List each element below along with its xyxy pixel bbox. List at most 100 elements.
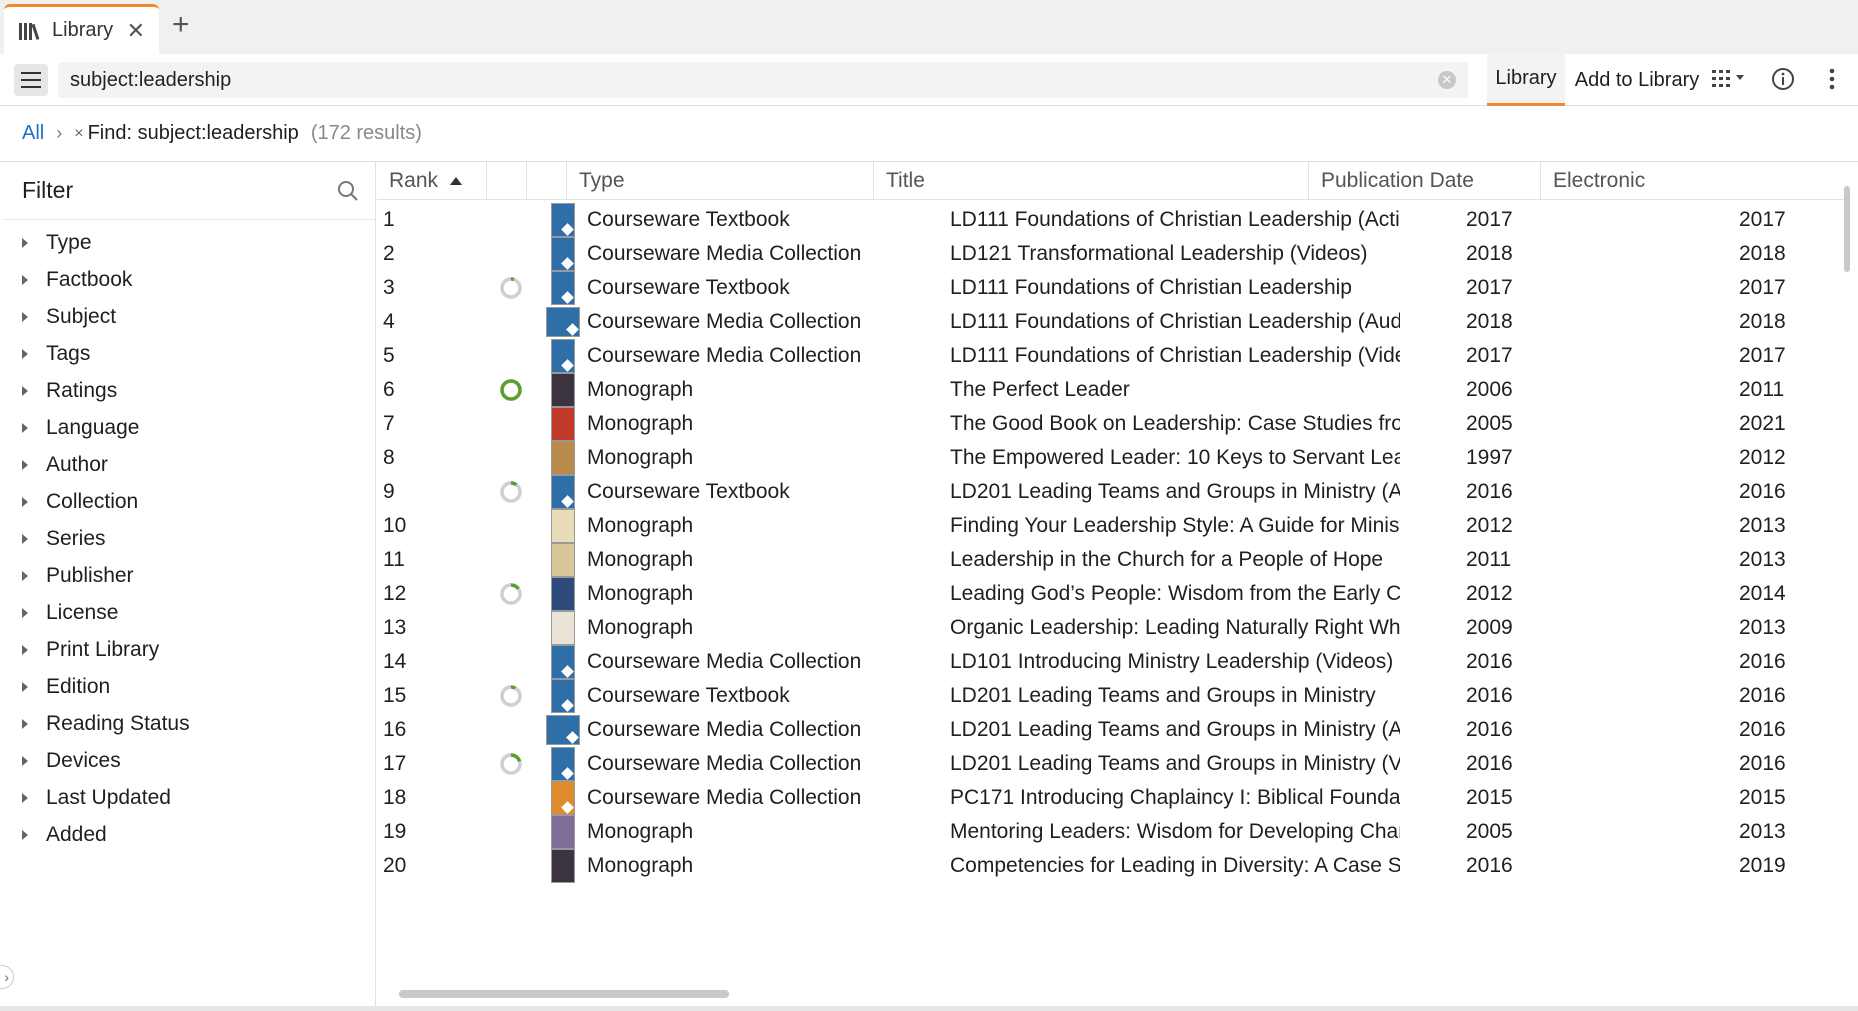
breadcrumb: All › × Find: subject:leadership (172 re… [0,106,1858,162]
facet-item[interactable]: Factbook [4,261,375,298]
column-header-progress[interactable] [487,162,527,200]
publication-date-cell: 2016 [1466,854,1513,877]
rank-cell: 20 [383,854,407,877]
tab-library[interactable]: Library ✕ [4,4,159,54]
book-cover-thumbnail [546,307,580,337]
facet-item[interactable]: Type [4,224,375,261]
facet-label: Ratings [46,378,118,402]
column-header-rank[interactable]: Rank [377,162,487,200]
facet-list: Type Factbook Subject Tags Ratings Language Au… [4,220,375,853]
title-cell[interactable]: Competencies for Leading in Diversity: A… [950,846,1400,886]
search-box: ✕ [58,62,1468,98]
book-cover-thumbnail [551,441,575,475]
facet-label: License [46,600,119,624]
expand-triangle-icon [22,311,28,322]
facet-item[interactable]: Added [4,816,375,853]
book-cover-thumbnail [546,715,580,745]
facet-item[interactable]: Subject [4,298,375,335]
elec-header-label: Electronic [1553,169,1646,192]
facet-label: Added [46,822,107,846]
reading-progress-icon [500,753,522,775]
facet-item[interactable]: Reading Status [4,705,375,742]
column-header-electronic[interactable]: Electronic [1541,162,1841,200]
book-cover-thumbnail [551,407,575,441]
column-header-cover[interactable] [527,162,567,200]
expand-triangle-icon [22,496,28,507]
facet-item[interactable]: Ratings [4,372,375,409]
book-cover-thumbnail [551,781,575,815]
book-cover-thumbnail [551,509,575,543]
expand-triangle-icon [22,533,28,544]
book-cover-thumbnail [551,645,575,679]
expand-triangle-icon [22,755,28,766]
facet-item[interactable]: Tags [4,335,375,372]
facet-item[interactable]: Print Library [4,631,375,668]
clear-search-icon[interactable]: ✕ [1438,71,1456,89]
progress-cell [491,846,531,886]
facet-item[interactable]: Devices [4,742,375,779]
expand-triangle-icon [22,681,28,692]
expand-triangle-icon [22,274,28,285]
facet-label: Devices [46,748,121,772]
facet-label: Print Library [46,637,160,661]
search-icon[interactable] [337,180,359,202]
expand-triangle-icon [22,459,28,470]
facet-label: Reading Status [46,711,190,735]
library-button[interactable]: Library [1487,54,1565,106]
type-cell: Monograph [587,854,694,877]
facet-item[interactable]: Language [4,409,375,446]
facet-label: Tags [46,341,91,365]
book-cover-thumbnail [551,373,575,407]
electronic-date-cell: 2019 [1739,854,1786,877]
title-header-label: Title [886,169,925,192]
remove-filter-icon[interactable]: × [74,125,83,143]
facet-label: Factbook [46,267,133,291]
expand-triangle-icon [22,570,28,581]
cover-cell [545,846,581,886]
more-vertical-icon[interactable] [1820,64,1844,94]
facet-item[interactable]: Publisher [4,557,375,594]
pub-header-label: Publication Date [1321,169,1474,192]
table-row[interactable]: 20 Monograph Competencies for Leading in D… [377,846,1847,886]
facet-item[interactable]: License [4,594,375,631]
book-cover-thumbnail [551,577,575,611]
expand-triangle-icon [22,385,28,396]
type-header-label: Type [579,169,625,192]
facet-item[interactable]: Series [4,520,375,557]
breadcrumb-all-link[interactable]: All [22,122,44,145]
horizontal-scrollbar[interactable] [399,990,729,998]
reading-progress-icon [500,379,522,401]
grid-layout-icon[interactable] [1710,64,1750,94]
book-cover-thumbnail [551,271,575,305]
column-header-type[interactable]: Type [567,162,874,200]
info-icon[interactable] [1768,64,1798,94]
book-cover-thumbnail [551,475,575,509]
add-to-library-button[interactable]: Add to Library [1572,54,1702,106]
facet-item[interactable]: Collection [4,483,375,520]
filter-header: Filter [4,162,375,220]
hamburger-icon[interactable] [14,64,48,96]
toolbar: ✕ Library Add to Library [0,54,1858,106]
filter-title: Filter [22,177,74,203]
column-header-publication-date[interactable]: Publication Date [1309,162,1541,200]
column-header-title[interactable]: Title [874,162,1309,200]
search-input[interactable] [58,62,1408,98]
expand-triangle-icon [22,829,28,840]
vertical-scrollbar[interactable] [1844,186,1850,272]
facet-label: Subject [46,304,117,328]
reading-progress-icon [500,481,522,503]
close-icon[interactable]: ✕ [127,18,145,44]
facet-item[interactable]: Edition [4,668,375,705]
facet-item[interactable]: Last Updated [4,779,375,816]
reading-progress-icon [500,583,522,605]
new-tab-button[interactable]: + [172,10,190,40]
expand-triangle-icon [22,607,28,618]
sort-ascending-icon [450,177,463,185]
facet-item[interactable]: Author [4,446,375,483]
table-header: Rank Type Title Publication Date Electro… [377,162,1847,200]
book-cover-thumbnail [551,679,575,713]
expand-triangle-icon [22,644,28,655]
breadcrumb-find: Find: subject:leadership [87,122,299,144]
results-table: Rank Type Title Publication Date Electro… [377,162,1858,1007]
window-bottom-edge [0,1006,1858,1011]
